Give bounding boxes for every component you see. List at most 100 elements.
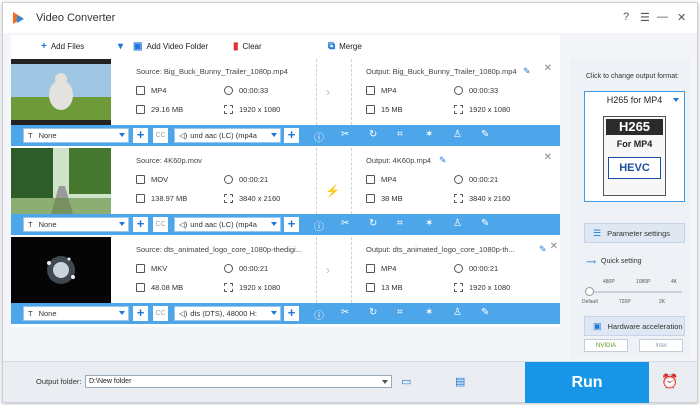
parameter-settings-label: Parameter settings [607, 228, 671, 238]
divider [351, 59, 352, 125]
effects-wand-icon[interactable]: ✶ [425, 218, 433, 229]
quick-setting-heading: ⟿ Quick setting [586, 258, 642, 266]
crop-icon[interactable]: ⌗ [397, 307, 403, 318]
chevron-down-icon [271, 133, 277, 137]
input-resolution: 1920 x 1080 [224, 105, 280, 114]
watermark-icon[interactable]: ♙ [453, 218, 462, 229]
alarm-clock-icon[interactable]: ⏰ [661, 373, 678, 390]
clear-button[interactable]: ▮ Clear [233, 41, 262, 52]
rotate-icon[interactable]: ↻ [369, 218, 377, 229]
folder-icon [136, 283, 145, 292]
output-format-selector[interactable]: H265 for MP4 H265 For MP4 HEVC [584, 91, 685, 202]
edit-icon[interactable]: ✎ [481, 218, 489, 229]
info-icon[interactable]: ⓘ [314, 129, 324, 144]
resolution-icon [224, 283, 233, 292]
folder-icon [366, 105, 375, 114]
file-row[interactable]: Source: dts_animated_logo_core_1080p-the… [11, 237, 560, 326]
quality-tick-label: 2K [659, 299, 666, 305]
quick-setting-label: Quick setting [601, 258, 642, 265]
chevron-right-icon: › [326, 85, 330, 99]
add-audio-button[interactable]: + [284, 217, 299, 232]
subtitle-select[interactable]: T None [23, 217, 129, 232]
edit-name-icon[interactable]: ✎ [539, 244, 547, 255]
edit-name-icon[interactable]: ✎ [523, 66, 531, 77]
add-audio-button[interactable]: + [284, 306, 299, 321]
add-video-folder-button[interactable]: ▣ Add Video Folder [133, 41, 208, 52]
hardware-acceleration-button[interactable]: ▣ Hardware acceleration [584, 316, 685, 336]
run-button[interactable]: Run [525, 362, 649, 403]
trash-icon: ▮ [233, 41, 239, 52]
input-size: 48.08 MB [136, 283, 183, 292]
audio-track-select[interactable]: ◁) und aac (LC) (mp4a [174, 217, 281, 232]
edit-name-icon[interactable]: ✎ [439, 155, 447, 166]
crop-icon[interactable]: ⌗ [397, 129, 403, 140]
watermark-icon[interactable]: ♙ [453, 307, 462, 318]
add-files-button[interactable]: + Add Files [41, 41, 84, 52]
merge-button[interactable]: ⧉ Merge [328, 41, 362, 52]
output-format: MP4 [366, 86, 396, 95]
intel-badge[interactable]: Intel [639, 339, 683, 352]
resolution-icon [454, 194, 463, 203]
video-thumbnail [11, 59, 111, 125]
remove-file-icon[interactable]: ✕ [544, 152, 552, 163]
output-folder-input[interactable]: D:\New folder [85, 375, 392, 388]
add-audio-button[interactable]: + [284, 128, 299, 143]
clock-icon [454, 175, 463, 184]
chevron-down-icon [119, 222, 125, 226]
add-video-folder-label: Add Video Folder [146, 42, 209, 51]
clock-icon [224, 264, 233, 273]
add-files-label: Add Files [50, 42, 85, 51]
quality-slider-handle[interactable] [585, 287, 594, 296]
close-window-icon[interactable]: ✕ [677, 11, 686, 24]
resolution-icon [454, 283, 463, 292]
output-filename: Output: 4K60p.mp4 [366, 156, 432, 165]
merge-label: Merge [339, 42, 362, 51]
menu-icon[interactable]: ☰ [640, 11, 650, 24]
add-subtitle-button[interactable]: + [133, 217, 148, 232]
edit-icon[interactable]: ✎ [481, 307, 489, 318]
remove-file-icon[interactable]: ✕ [550, 241, 558, 252]
effects-wand-icon[interactable]: ✶ [425, 307, 433, 318]
format-icon-hevc: HEVC [608, 157, 661, 179]
scissors-icon[interactable]: ✂ [341, 307, 349, 318]
divider [351, 148, 352, 214]
rotate-icon[interactable]: ↻ [369, 129, 377, 140]
add-subtitle-button[interactable]: + [133, 306, 148, 321]
edit-icon[interactable]: ✎ [481, 129, 489, 140]
remove-file-icon[interactable]: ✕ [544, 63, 552, 74]
output-settings-panel: Click to change output format: H265 for … [570, 59, 690, 359]
quality-tick-label: Default [582, 299, 598, 305]
file-row[interactable]: Source: Big_Buck_Bunny_Trailer_1080p.mp4… [11, 59, 560, 148]
scissors-icon[interactable]: ✂ [341, 218, 349, 229]
add-files-dropdown[interactable]: ▾ [118, 41, 123, 52]
file-row[interactable]: Source: 4K60p.mov MOV 00:00:21 138.97 MB… [11, 148, 560, 237]
browse-folder-icon[interactable]: ▭ [401, 375, 411, 388]
format-icon: H265 For MP4 HEVC [603, 116, 666, 196]
nvidia-badge[interactable]: NVIDIA [584, 339, 628, 352]
scissors-icon[interactable]: ✂ [341, 129, 349, 140]
cc-icon[interactable]: CC [153, 128, 168, 143]
file-list: Source: Big_Buck_Bunny_Trailer_1080p.mp4… [11, 59, 560, 327]
parameter-settings-button[interactable]: ☰ Parameter settings [584, 223, 685, 243]
open-output-folder-icon[interactable]: ▤ [455, 375, 465, 388]
audio-track-select[interactable]: ◁) und aac (LC) (mp4a [174, 128, 281, 143]
watermark-icon[interactable]: ♙ [453, 129, 462, 140]
speaker-icon: ◁) [179, 131, 188, 140]
audio-track-select[interactable]: ◁) dts (DTS), 48000 H: [174, 306, 281, 321]
crop-icon[interactable]: ⌗ [397, 218, 403, 229]
rotate-icon[interactable]: ↻ [369, 307, 377, 318]
subtitle-select[interactable]: T None [23, 306, 129, 321]
info-icon[interactable]: ⓘ [314, 307, 324, 322]
cc-icon[interactable]: CC [153, 217, 168, 232]
quality-slider-track[interactable] [592, 291, 682, 293]
help-icon[interactable]: ? [623, 11, 629, 23]
effects-wand-icon[interactable]: ✶ [425, 129, 433, 140]
divider [316, 148, 317, 214]
info-icon[interactable]: ⓘ [314, 218, 324, 233]
quality-tick-label: 1080P [636, 279, 651, 285]
minimize-icon[interactable]: — [657, 11, 668, 23]
subtitle-select[interactable]: T None [23, 128, 129, 143]
add-subtitle-button[interactable]: + [133, 128, 148, 143]
cc-icon[interactable]: CC [153, 306, 168, 321]
clock-icon [454, 86, 463, 95]
